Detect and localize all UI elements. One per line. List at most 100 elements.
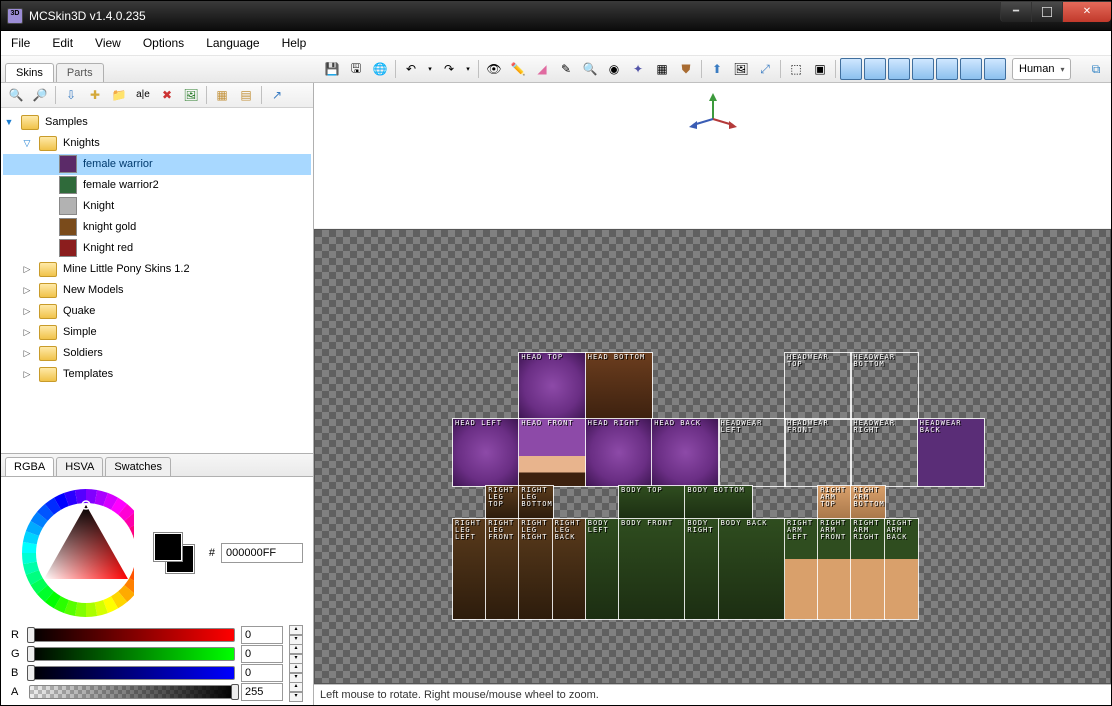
uv-cell[interactable]: RIGHT LEG TOP [486, 486, 519, 519]
foreground-swatch[interactable] [154, 533, 182, 561]
view-leftleg-icon[interactable] [960, 58, 982, 80]
channel-input[interactable] [241, 626, 283, 644]
channel-spinner[interactable]: ▴▾ [289, 644, 303, 664]
clone-icon[interactable]: 🖼 [180, 84, 202, 106]
layer-tool-icon[interactable]: 🖼 [730, 58, 752, 80]
uv-cell[interactable]: RIGHT LEG RIGHT [519, 519, 552, 619]
uv-cell[interactable]: HEADWEAR FRONT [785, 419, 851, 485]
uv-cell[interactable]: BODY LEFT [586, 519, 619, 619]
uv-cell[interactable]: HEADWEAR TOP [785, 353, 851, 419]
3d-viewport-placeholder[interactable] [314, 83, 1111, 229]
uv-cell[interactable]: RIGHT LEG BACK [553, 519, 586, 619]
channel-slider[interactable] [29, 647, 235, 661]
channel-spinner[interactable]: ▴▾ [289, 625, 303, 645]
channel-input[interactable] [241, 664, 283, 682]
uv-cell[interactable]: HEAD BOTTOM [586, 353, 652, 419]
expand-icon[interactable]: ▷ [21, 284, 33, 296]
uv-cell[interactable]: HEAD RIGHT [586, 419, 652, 485]
uv-cell[interactable]: RIGHT ARM BACK [885, 519, 918, 619]
channel-spinner[interactable]: ▴▾ [289, 663, 303, 683]
uv-cell[interactable]: HEADWEAR LEFT [719, 419, 785, 485]
uv-cell[interactable]: BODY TOP [619, 486, 685, 519]
uv-cell[interactable]: HEAD BACK [652, 419, 718, 485]
expand-icon[interactable]: ▷ [21, 347, 33, 359]
uv-cell[interactable]: HEADWEAR RIGHT [851, 419, 917, 485]
newfolder-icon[interactable]: 📁 [108, 84, 130, 106]
uv-cell[interactable]: RIGHT ARM LEFT [785, 519, 818, 619]
2d-texture-canvas[interactable]: HEAD TOPHEAD BOTTOMHEAD LEFTHEAD FRONTHE… [314, 229, 1111, 684]
camera-tool-icon[interactable]: 👁 [483, 58, 505, 80]
swatch-pair[interactable] [154, 533, 189, 573]
tab-swatches[interactable]: Swatches [105, 457, 171, 476]
menu-file[interactable]: File [11, 36, 30, 50]
uv-cell[interactable]: HEAD FRONT [519, 419, 585, 485]
channel-input[interactable] [241, 683, 283, 701]
menu-language[interactable]: Language [206, 36, 259, 50]
menu-options[interactable]: Options [143, 36, 184, 50]
dodge-tool-icon[interactable]: 🔍 [579, 58, 601, 80]
channel-input[interactable] [241, 645, 283, 663]
uv-cell[interactable]: HEAD TOP [519, 353, 585, 419]
view-rightarm-icon[interactable] [936, 58, 958, 80]
close-button[interactable]: ✕ [1062, 2, 1111, 22]
channel-slider[interactable] [29, 666, 235, 680]
tree-folder-item[interactable]: ▷Simple [3, 322, 311, 343]
uv-cell[interactable]: RIGHT ARM FRONT [818, 519, 851, 619]
grid-small-icon[interactable]: ▤ [235, 84, 257, 106]
tree-folder-label[interactable]: Knights [63, 137, 100, 149]
tree-folder-item[interactable]: ▷Quake [3, 301, 311, 322]
channel-slider[interactable] [29, 685, 235, 699]
expand-icon[interactable]: ▷ [21, 326, 33, 338]
tree-folder-item[interactable]: ▷Templates [3, 364, 311, 385]
rename-icon[interactable]: a|e [132, 84, 154, 106]
tree-skin-item[interactable]: knight gold [3, 217, 311, 238]
uv-cell[interactable]: RIGHT ARM BOTTOM [851, 486, 884, 519]
redo-icon[interactable]: ↷ [438, 58, 460, 80]
uv-cell[interactable]: BODY BOTTOM [685, 486, 751, 519]
view-leftarm-icon[interactable] [912, 58, 934, 80]
view-rightleg-icon[interactable] [984, 58, 1006, 80]
upload-icon[interactable]: 🌐 [369, 58, 391, 80]
channel-spinner[interactable]: ▴▾ [289, 682, 303, 702]
newskin-icon[interactable]: ✚ [84, 84, 106, 106]
expand-icon[interactable]: ▷ [21, 368, 33, 380]
save-icon[interactable]: 💾 [321, 58, 343, 80]
grid-large-icon[interactable]: ▦ [211, 84, 233, 106]
tab-skins[interactable]: Skins [5, 63, 54, 82]
tree-skin-item[interactable]: female warrior [3, 154, 311, 175]
zoom-out-icon[interactable]: 🔍 [5, 84, 27, 106]
tab-rgba[interactable]: RGBA [5, 457, 54, 476]
expand-icon[interactable]: ▷ [21, 305, 33, 317]
view-helmet-icon[interactable] [864, 58, 886, 80]
import-icon[interactable]: ⇩ [60, 84, 82, 106]
menu-edit[interactable]: Edit [52, 36, 73, 50]
fetch-icon[interactable]: ↗ [266, 84, 288, 106]
expand-icon[interactable]: ▽ [21, 137, 33, 149]
model-selector[interactable]: Human ▾ [1012, 58, 1071, 80]
picker-tool-icon[interactable]: ✎ [555, 58, 577, 80]
expand-icon[interactable]: ▷ [21, 263, 33, 275]
stamp-tool-icon[interactable]: ⛊ [675, 58, 697, 80]
tree-skin-item[interactable]: female warrior2 [3, 175, 311, 196]
uv-cell[interactable]: RIGHT ARM TOP [818, 486, 851, 519]
uv-cell[interactable]: HEADWEAR BACK [918, 419, 984, 485]
undo-dropdown-icon[interactable]: ▾ [424, 58, 436, 80]
pencil-tool-icon[interactable]: ✏️ [507, 58, 529, 80]
color-wheel[interactable] [11, 483, 134, 623]
tab-hsva[interactable]: HSVA [56, 457, 103, 476]
tree-skin-item[interactable]: Knight [3, 196, 311, 217]
minimize-button[interactable]: ━ [1000, 2, 1031, 22]
move-icon[interactable]: ▣ [809, 58, 831, 80]
zoom-in-icon[interactable]: 🔎 [29, 84, 51, 106]
darken-tool-icon[interactable]: ✦ [627, 58, 649, 80]
delete-icon[interactable]: ✖ [156, 84, 178, 106]
burn-tool-icon[interactable]: ◉ [603, 58, 625, 80]
tree-folder-item[interactable]: ▷New Models [3, 280, 311, 301]
redo-dropdown-icon[interactable]: ▾ [462, 58, 474, 80]
uv-cell[interactable]: RIGHT LEG LEFT [453, 519, 486, 619]
fill-tool-icon[interactable]: ⬆ [706, 58, 728, 80]
uv-cell[interactable]: BODY BACK [719, 519, 785, 619]
maximize-button[interactable] [1031, 2, 1062, 22]
view-chest-icon[interactable] [888, 58, 910, 80]
uv-cell[interactable]: HEAD LEFT [453, 419, 519, 485]
